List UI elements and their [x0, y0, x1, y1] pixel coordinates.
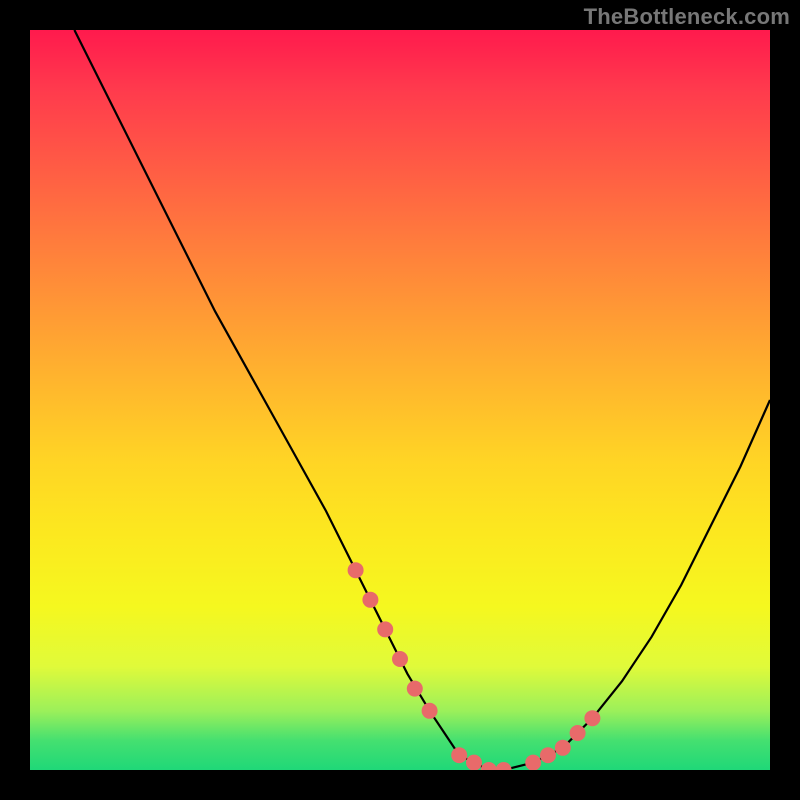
- marker-point: [407, 681, 423, 697]
- chart-frame: TheBottleneck.com: [0, 0, 800, 800]
- attribution-label: TheBottleneck.com: [584, 4, 790, 30]
- marker-layer: [348, 562, 601, 770]
- bottleneck-curve: [74, 30, 770, 770]
- marker-point: [481, 762, 497, 770]
- marker-point: [525, 755, 541, 770]
- marker-point: [377, 621, 393, 637]
- marker-point: [570, 725, 586, 741]
- marker-point: [451, 747, 467, 763]
- marker-point: [555, 740, 571, 756]
- marker-point: [392, 651, 408, 667]
- marker-point: [422, 703, 438, 719]
- marker-point: [540, 747, 556, 763]
- marker-point: [584, 710, 600, 726]
- curve-layer: [74, 30, 770, 770]
- plot-overlay: [30, 30, 770, 770]
- marker-point: [496, 762, 512, 770]
- marker-point: [466, 755, 482, 770]
- marker-point: [348, 562, 364, 578]
- marker-point: [362, 592, 378, 608]
